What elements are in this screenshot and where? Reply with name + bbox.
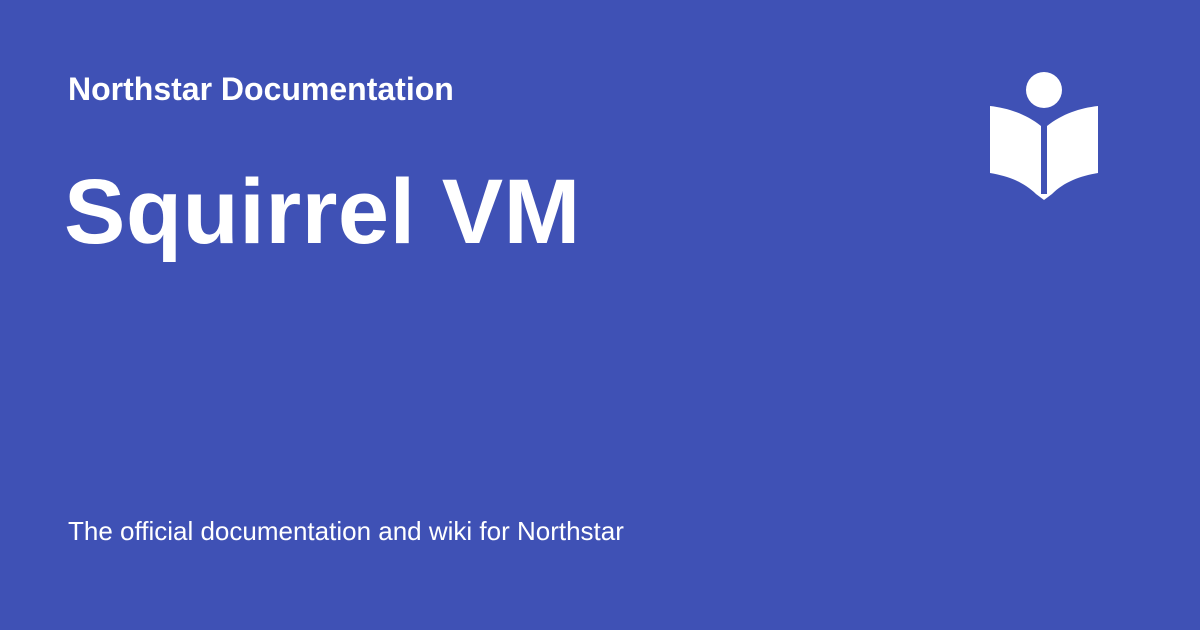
site-name: Northstar Documentation [68, 71, 454, 107]
page-title: Squirrel VM [64, 161, 581, 263]
social-card: Northstar Documentation Squirrel VM The … [0, 0, 1200, 630]
book-reader-icon-graphic [990, 72, 1098, 200]
page-description: The official documentation and wiki for … [68, 516, 624, 546]
book-reader-icon [984, 70, 1104, 200]
